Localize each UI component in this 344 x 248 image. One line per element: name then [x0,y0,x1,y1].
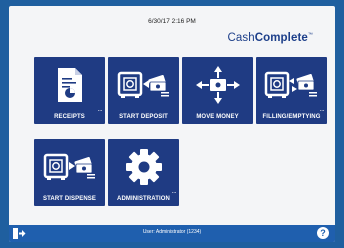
tile-administration[interactable]: ADMINISTRATION ... [108,139,179,206]
app-screen: 6/30/17 2:16 PM CashComplete™ RECEIPTS .… [9,6,335,242]
safe-exchange-icon [256,63,327,107]
tile-label: RECEIPTS [54,114,85,120]
receipt-icon [34,63,105,107]
brand-logo: CashComplete™ [227,32,313,44]
user-info: User: Administrator (1234) [142,229,202,235]
tile-start-dispense[interactable]: START DISPENSE [34,139,105,206]
tile-label: FILLING/EMPTYING [262,114,321,120]
datetime: 6/30/17 2:16 PM [148,18,196,25]
brand-light: Cash [227,32,255,44]
tile-start-deposit[interactable]: START DEPOSIT [108,57,179,124]
move-money-icon [182,63,253,107]
safe-deposit-icon [108,63,179,107]
tile-label: START DEPOSIT [119,114,168,120]
help-button[interactable]: ? [317,227,329,239]
tile-move-money[interactable]: MOVE MONEY [182,57,253,124]
tile-label: START DISPENSE [43,196,96,202]
tile-filling-emptying[interactable]: FILLING/EMPTYING ... [256,57,327,124]
tile-label: MOVE MONEY [196,114,239,120]
tile-receipts[interactable]: RECEIPTS ... [34,57,105,124]
tile-label: ADMINISTRATION [117,196,170,202]
brand-bold: Complete [254,32,308,44]
safe-dispense-icon [34,145,105,189]
status-bar: User: Administrator (1234) ? [9,225,335,242]
more-options-icon[interactable]: ... [320,106,325,113]
brand-trademark: ™ [307,32,313,39]
gear-icon [108,145,179,189]
more-options-icon[interactable]: ... [98,106,103,113]
more-options-icon[interactable]: ... [172,188,177,195]
